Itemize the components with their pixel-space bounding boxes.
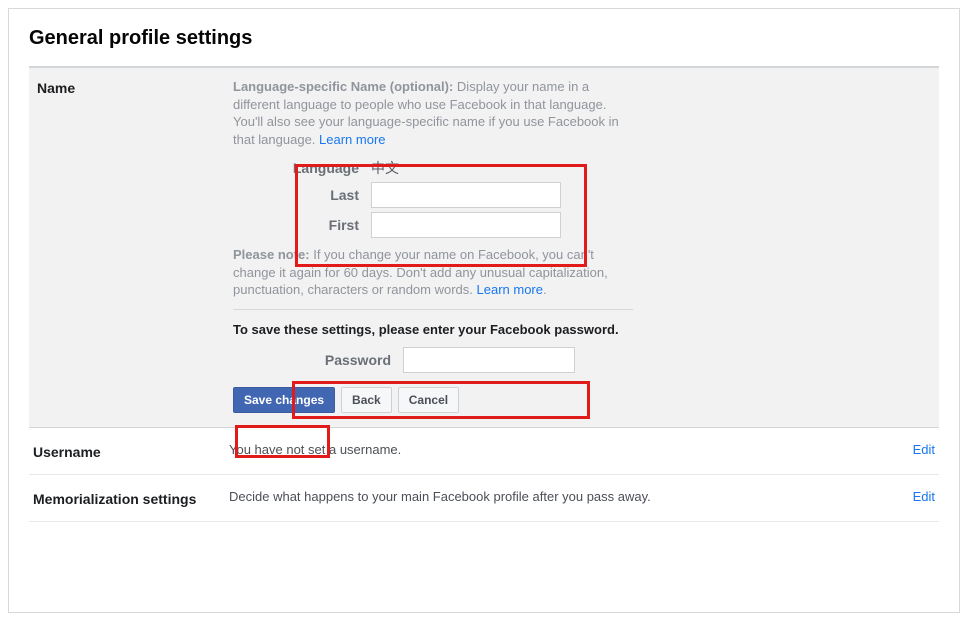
first-name-input[interactable]: [371, 212, 561, 238]
name-section: Name Language-specific Name (optional): …: [29, 67, 939, 428]
username-section: Username You have not set a username. Ed…: [29, 428, 939, 475]
name-section-header: Name: [37, 78, 233, 413]
memorialization-section: Memorialization settings Decide what hap…: [29, 475, 939, 522]
username-section-desc: You have not set a username.: [229, 442, 887, 460]
note-learn-more-link[interactable]: Learn more: [477, 282, 543, 297]
first-name-label: First: [233, 217, 371, 233]
last-name-row: Last: [233, 182, 931, 208]
language-name-description-bold: Language-specific Name (optional):: [233, 79, 457, 94]
name-change-note: Please note: If you change your name on …: [233, 246, 628, 299]
password-label: Password: [233, 352, 403, 368]
memorialization-edit-link[interactable]: Edit: [913, 489, 935, 504]
last-name-input[interactable]: [371, 182, 561, 208]
back-button[interactable]: Back: [341, 387, 392, 413]
last-name-label: Last: [233, 187, 371, 203]
memorialization-section-header: Memorialization settings: [33, 489, 229, 507]
language-row: Language 中文: [233, 158, 931, 178]
action-buttons: Save changes Back Cancel: [233, 387, 931, 413]
first-name-row: First: [233, 212, 931, 238]
language-name-description: Language-specific Name (optional): Displ…: [233, 78, 628, 148]
language-value: 中文: [371, 158, 399, 178]
username-edit-link[interactable]: Edit: [913, 442, 935, 457]
name-section-body: Language-specific Name (optional): Displ…: [233, 78, 931, 413]
cancel-button[interactable]: Cancel: [398, 387, 459, 413]
memorialization-section-desc: Decide what happens to your main Faceboo…: [229, 489, 887, 507]
page-title: General profile settings: [29, 27, 939, 50]
password-input[interactable]: [403, 347, 575, 373]
inner-divider: [233, 309, 633, 310]
language-name-form: Language 中文 Last First: [233, 158, 931, 238]
username-section-header: Username: [33, 442, 229, 460]
name-change-note-bold: Please note:: [233, 247, 313, 262]
settings-page: General profile settings Name Language-s…: [8, 8, 960, 613]
learn-more-link[interactable]: Learn more: [319, 132, 385, 147]
password-row: Password: [233, 347, 931, 373]
save-changes-button[interactable]: Save changes: [233, 387, 335, 413]
save-password-prompt: To save these settings, please enter you…: [233, 322, 628, 339]
language-label: Language: [233, 160, 371, 176]
